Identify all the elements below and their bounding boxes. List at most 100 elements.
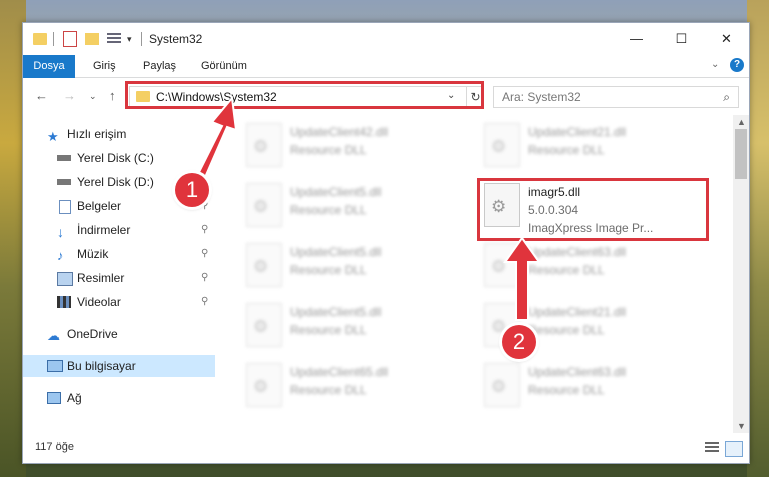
minimize-button[interactable]: — xyxy=(614,23,659,55)
maximize-button[interactable]: ☐ xyxy=(659,23,704,55)
properties-icon[interactable] xyxy=(63,31,77,47)
new-folder-icon[interactable] xyxy=(85,33,99,45)
close-button[interactable]: ✕ xyxy=(704,23,749,55)
forward-button[interactable]: → xyxy=(63,88,76,103)
cloud-icon: ☁ xyxy=(47,328,60,343)
expand-ribbon-icon[interactable]: ⌄ xyxy=(711,59,719,70)
back-button[interactable]: ← xyxy=(35,88,48,103)
file-name: UpdateClient21.dll xyxy=(528,305,627,319)
desktop-wallpaper-right xyxy=(747,0,769,477)
file-type: Resource DLL xyxy=(528,323,605,337)
sidebar-item-onedrive[interactable]: ☁ OneDrive xyxy=(23,323,215,345)
pin-icon[interactable]: ⚲ xyxy=(201,219,208,241)
quick-access-dropdown-icon[interactable]: ▾ xyxy=(127,34,132,45)
search-input[interactable]: Ara: System32 ⌕ xyxy=(493,86,739,108)
sidebar-item-network[interactable]: Ağ xyxy=(23,387,215,409)
sidebar-item-this-pc[interactable]: Bu bilgisayar xyxy=(23,355,215,377)
sidebar-item-quick-access[interactable]: ★ Hızlı erişim xyxy=(23,123,215,145)
file-name: UpdateClient5.dll xyxy=(290,185,382,199)
sidebar-item-label: Hızlı erişim xyxy=(67,127,127,141)
tab-share[interactable]: Paylaş xyxy=(143,55,176,77)
search-icon[interactable]: ⌕ xyxy=(723,90,730,105)
file-item[interactable]: UpdateClient65.dll Resource DLL xyxy=(246,363,476,415)
sidebar-item-downloads[interactable]: ↓ İndirmeler ⚲ xyxy=(23,219,215,241)
pin-icon[interactable]: ⚲ xyxy=(201,291,208,313)
file-item[interactable]: UpdateClient63.dll Resource DLL xyxy=(484,363,714,415)
dll-file-icon xyxy=(246,123,282,167)
network-icon xyxy=(47,392,61,404)
tab-view[interactable]: Görünüm xyxy=(201,55,247,77)
file-item[interactable]: UpdateClient42.dll Resource DLL xyxy=(246,123,476,175)
file-item[interactable]: UpdateClient5.dll Resource DLL xyxy=(246,243,476,295)
search-placeholder: Ara: System32 xyxy=(502,90,581,104)
sidebar-item-label: Bu bilgisayar xyxy=(67,359,136,373)
view-options-icon[interactable] xyxy=(107,33,121,45)
file-type: Resource DLL xyxy=(290,143,367,157)
file-highlight-box xyxy=(477,178,709,241)
computer-icon xyxy=(47,360,63,372)
step-2-badge: 2 xyxy=(502,325,536,359)
documents-icon xyxy=(59,200,71,214)
drive-icon xyxy=(57,179,71,185)
music-icon: ♪ xyxy=(57,248,64,263)
pictures-icon xyxy=(57,272,73,286)
sidebar-item-label: Belgeler xyxy=(77,199,122,213)
sidebar-item-label: OneDrive xyxy=(67,327,118,341)
tab-home[interactable]: Giriş xyxy=(93,55,116,77)
sidebar-item-pictures[interactable]: Resimler ⚲ xyxy=(23,267,215,289)
file-item[interactable]: UpdateClient21.dll Resource DLL xyxy=(484,123,714,175)
tiles-view-icon[interactable] xyxy=(725,441,743,457)
sidebar-item-music[interactable]: ♪ Müzik ⚲ xyxy=(23,243,215,265)
details-view-icon[interactable] xyxy=(705,442,719,454)
file-name: UpdateClient63.dll xyxy=(528,365,627,379)
navigation-pane: ★ Hızlı erişim Yerel Disk (C:) Yerel Dis… xyxy=(23,115,217,433)
dll-file-icon xyxy=(484,243,520,287)
file-name: UpdateClient42.dll xyxy=(290,125,389,139)
drive-icon xyxy=(57,155,71,161)
scroll-up-icon[interactable]: ▲ xyxy=(737,117,746,127)
file-list: UpdateClient42.dll Resource DLL UpdateCl… xyxy=(218,115,732,433)
file-name: UpdateClient5.dll xyxy=(290,245,382,259)
pin-icon[interactable]: ⚲ xyxy=(201,243,208,265)
dll-file-icon xyxy=(246,243,282,287)
file-name: UpdateClient65.dll xyxy=(290,365,389,379)
divider xyxy=(141,32,142,46)
sidebar-item-label: Yerel Disk (C:) xyxy=(77,151,154,165)
window-title: System32 xyxy=(149,32,203,46)
sidebar-item-local-disk-c[interactable]: Yerel Disk (C:) xyxy=(23,147,215,169)
scroll-thumb[interactable] xyxy=(735,129,747,179)
pin-icon[interactable]: ⚲ xyxy=(201,267,208,289)
star-icon: ★ xyxy=(47,129,59,144)
sidebar-item-label: Ağ xyxy=(67,391,82,405)
file-name: UpdateClient21.dll xyxy=(528,125,627,139)
item-count: 117 öğe xyxy=(35,441,74,453)
file-name: UpdateClient63.dll xyxy=(528,245,627,259)
file-type: Resource DLL xyxy=(290,383,367,397)
recent-locations-icon[interactable]: ⌄ xyxy=(89,91,97,102)
sidebar-item-videos[interactable]: Videolar ⚲ xyxy=(23,291,215,313)
file-name: UpdateClient5.dll xyxy=(290,305,382,319)
ribbon-tabs: Dosya Giriş Paylaş Görünüm ⌄ ? xyxy=(23,55,749,107)
dll-file-icon xyxy=(484,123,520,167)
step-1-badge: 1 xyxy=(175,173,209,207)
up-button[interactable]: ↑ xyxy=(109,88,116,103)
folder-icon xyxy=(33,33,47,45)
address-highlight-box xyxy=(125,81,484,109)
sidebar-item-label: Yerel Disk (D:) xyxy=(77,175,154,189)
file-item[interactable]: UpdateClient5.dll Resource DLL xyxy=(246,183,476,235)
file-type: Resource DLL xyxy=(528,263,605,277)
file-type: Resource DLL xyxy=(528,383,605,397)
scroll-down-icon[interactable]: ▼ xyxy=(737,421,746,431)
title-bar: ▾ System32 — ☐ ✕ xyxy=(23,23,749,55)
dll-file-icon xyxy=(484,363,520,407)
vertical-scrollbar[interactable]: ▲ ▼ xyxy=(733,115,749,433)
sidebar-item-label: Videolar xyxy=(77,295,121,309)
file-type: Resource DLL xyxy=(290,203,367,217)
file-item[interactable]: UpdateClient63.dll Resource DLL xyxy=(484,243,714,295)
file-type: Resource DLL xyxy=(290,263,367,277)
dll-file-icon xyxy=(246,303,282,347)
file-item[interactable]: UpdateClient5.dll Resource DLL xyxy=(246,303,476,355)
dll-file-icon xyxy=(246,183,282,227)
divider xyxy=(53,32,54,46)
help-icon[interactable]: ? xyxy=(730,58,744,72)
